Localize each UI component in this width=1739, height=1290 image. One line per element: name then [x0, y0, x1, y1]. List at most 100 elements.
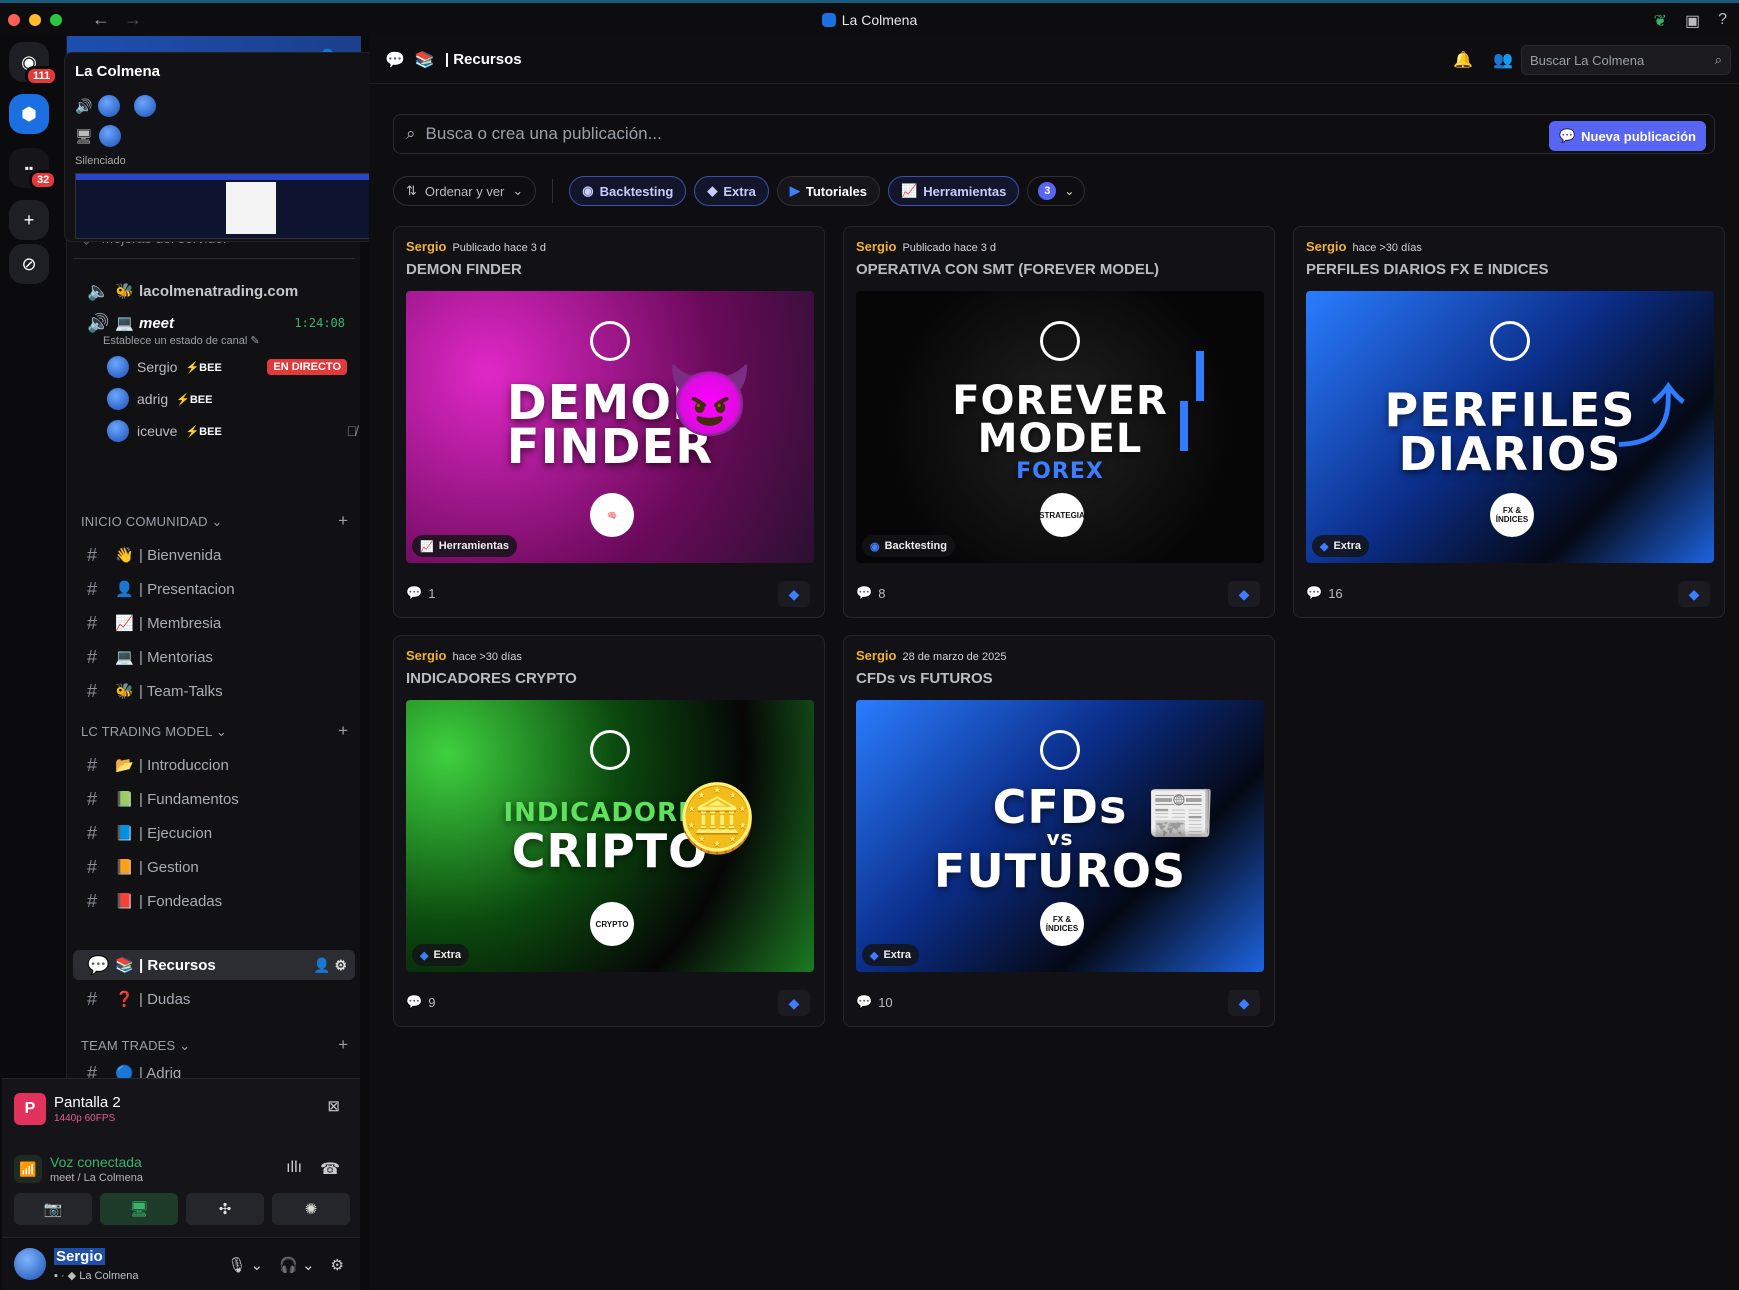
add-channel-icon[interactable]: +: [338, 721, 348, 741]
post-card[interactable]: Sergio hace >30 días PERFILES DIARIOS FX …: [1293, 226, 1725, 618]
inbox-icon[interactable]: ▣: [1685, 11, 1700, 31]
channel-team-talks[interactable]: # 🐝 | Team-Talks: [73, 676, 355, 706]
new-post-button[interactable]: 💬 Nueva publicación: [1548, 121, 1706, 151]
tag-extra[interactable]: ◆ Extra: [694, 176, 769, 206]
tag-icon: ◉: [582, 183, 594, 198]
noise-suppression-icon[interactable]: ıllı: [286, 1159, 302, 1179]
channel-name: | Team-Talks: [139, 682, 223, 700]
post-author[interactable]: Sergio: [856, 239, 896, 254]
bee-logo-icon: [1040, 730, 1080, 770]
bee-logo-icon: [1490, 321, 1530, 361]
camera-toggle-button[interactable]: 📷: [14, 1193, 92, 1225]
leaf-icon[interactable]: ❦: [1654, 11, 1667, 31]
comment-count: 8: [878, 585, 886, 601]
forum-icon: 💬: [87, 954, 110, 975]
bell-icon[interactable]: 🔔: [1453, 50, 1473, 70]
server-la-colmena[interactable]: ⬢: [9, 94, 49, 134]
category-inicio-comunidad[interactable]: INICIO COMUNIDAD ⌄: [81, 514, 223, 530]
discord-home-button[interactable]: ◉ 111: [9, 42, 59, 86]
voice-connection: 📶 Voz conectada meet / La Colmena ıllı ☎: [14, 1147, 348, 1191]
post-thumbnail: DEMON FINDER 😈 🧠 📈 Herramientas: [406, 291, 814, 563]
channel-bienvenida[interactable]: # 👋 | Bienvenida: [73, 540, 355, 570]
tag-icon: ◆: [420, 949, 429, 962]
channel-ejecucion[interactable]: # 📘 | Ejecucion: [73, 818, 355, 848]
reaction-button[interactable]: ◆: [1678, 581, 1710, 607]
post-card[interactable]: Sergio Publicado hace 3 d DEMON FINDER DE…: [393, 226, 825, 618]
hash-icon: #: [87, 890, 98, 911]
more-count: 3: [1038, 182, 1057, 200]
channel-introduccion[interactable]: # 📂 | Introduccion: [73, 750, 355, 780]
server-search-input[interactable]: Buscar La Colmena ⌕: [1521, 45, 1731, 75]
gear-icon[interactable]: ⚙: [331, 1256, 344, 1274]
channel-mentorias[interactable]: # 💻 | Mentorias: [73, 642, 355, 672]
reaction-button[interactable]: ◆: [778, 581, 810, 607]
channel-emoji: 📙: [115, 859, 134, 876]
post-card[interactable]: Sergio 28 de marzo de 2025 CFDs vs FUTURO…: [843, 635, 1275, 1027]
tag-tutoriales[interactable]: ▶ Tutoriales: [776, 176, 881, 206]
post-author[interactable]: Sergio: [856, 648, 896, 663]
add-channel-icon[interactable]: +: [338, 1035, 348, 1055]
window-controls: [8, 13, 62, 26]
stop-stream-icon[interactable]: ⊠: [327, 1097, 340, 1115]
channel-status-hint[interactable]: Establece un estado de canal ✎: [103, 334, 260, 347]
avatar[interactable]: [14, 1248, 46, 1280]
post-title: OPERATIVA CON SMT (FOREVER MODEL): [856, 261, 1160, 278]
tag-herramientas[interactable]: 📈 Herramientas: [888, 176, 1020, 206]
tag-backtesting[interactable]: ◉ Backtesting: [569, 176, 687, 206]
screen-share-button[interactable]: 🖥: [100, 1193, 178, 1225]
channel-membresia[interactable]: # 📈 | Membresia: [73, 608, 355, 638]
tag-icon: ◆: [1320, 540, 1329, 553]
server-folder[interactable]: ▪▪ 32: [9, 148, 58, 190]
activities-button[interactable]: ✣: [186, 1193, 264, 1225]
headphones-icon[interactable]: 🎧 ⌄: [279, 1256, 314, 1274]
invite-icon[interactable]: 👤: [313, 957, 330, 973]
bee-logo-icon: [1040, 321, 1080, 361]
back-arrow-icon[interactable]: ←: [92, 9, 110, 30]
voice-user-adrig[interactable]: adrig ⚡BEE: [107, 386, 212, 412]
post-title: CFDs vs FUTUROS: [856, 670, 993, 687]
minimize-window-button[interactable]: [29, 13, 41, 26]
channel-fundamentos[interactable]: # 📗 | Fundamentos: [73, 784, 355, 814]
post-card[interactable]: Sergio Publicado hace 3 d OPERATIVA CON S…: [843, 226, 1275, 618]
reaction-button[interactable]: ◆: [778, 990, 810, 1016]
channel-name: | Mentorias: [139, 648, 213, 666]
post-card[interactable]: Sergio hace >30 días INDICADORES CRYPTO I…: [393, 635, 825, 1027]
discover-button[interactable]: ⊘: [9, 244, 49, 284]
forward-arrow-icon[interactable]: →: [124, 9, 142, 30]
add-channel-icon[interactable]: +: [338, 511, 348, 531]
reaction-button[interactable]: ◆: [1228, 990, 1260, 1016]
help-icon[interactable]: ?: [1718, 11, 1727, 31]
stage-channel[interactable]: 🔈 🐝 lacolmenatrading.com: [73, 276, 355, 306]
gear-icon[interactable]: ⚙: [334, 957, 347, 973]
thumb-line-2: MODEL: [977, 416, 1143, 462]
category-team-trades[interactable]: TEAM TRADES ⌄: [81, 1038, 190, 1054]
laptop-emoji-icon: 💻: [115, 315, 134, 332]
tag-label: Extra: [723, 183, 756, 199]
channel-fondeadas[interactable]: # 📕 | Fondeadas: [73, 886, 355, 916]
app-icon: P: [14, 1093, 46, 1125]
post-author[interactable]: Sergio: [406, 648, 446, 663]
add-server-button[interactable]: +: [9, 200, 49, 240]
voice-user-iceuve[interactable]: iceuve ⚡BEE 🎙̸: [107, 418, 357, 444]
post-author[interactable]: Sergio: [406, 239, 446, 254]
voice-user-sergio[interactable]: Sergio ⚡BEE EN DIRECTO: [107, 354, 357, 380]
speaker-icon: 🔊: [75, 97, 93, 114]
sort-button[interactable]: ⇅ Ordenar y ver ⌄: [393, 176, 537, 206]
channel-dudas[interactable]: # ❓ | Dudas: [73, 984, 355, 1014]
more-tags-button[interactable]: 3 ⌄: [1027, 176, 1086, 206]
reaction-button[interactable]: ◆: [1228, 581, 1260, 607]
mic-icon[interactable]: 🎙 ⌄: [227, 1256, 263, 1274]
post-tag-label: Extra: [1333, 540, 1361, 552]
channel-recursos[interactable]: 💬 📚 | Recursos 👤 ⚙: [73, 950, 355, 980]
post-search-input[interactable]: ⌕ Busca o crea una publicación... 💬 Nueva…: [393, 114, 1715, 154]
channel-gestion[interactable]: # 📙 | Gestion: [73, 852, 355, 882]
category-lc-trading-model[interactable]: LC TRADING MODEL ⌄: [81, 724, 227, 740]
disconnect-icon[interactable]: ☎: [320, 1159, 340, 1179]
post-author[interactable]: Sergio: [1306, 239, 1346, 254]
user-name[interactable]: Sergio: [54, 1248, 105, 1265]
channel-presentacion[interactable]: # 👤 | Presentacion: [73, 574, 355, 604]
close-window-button[interactable]: [8, 13, 20, 26]
members-icon[interactable]: 👥: [1493, 50, 1513, 70]
soundboard-button[interactable]: ✺: [272, 1193, 350, 1225]
maximize-window-button[interactable]: [50, 13, 62, 26]
